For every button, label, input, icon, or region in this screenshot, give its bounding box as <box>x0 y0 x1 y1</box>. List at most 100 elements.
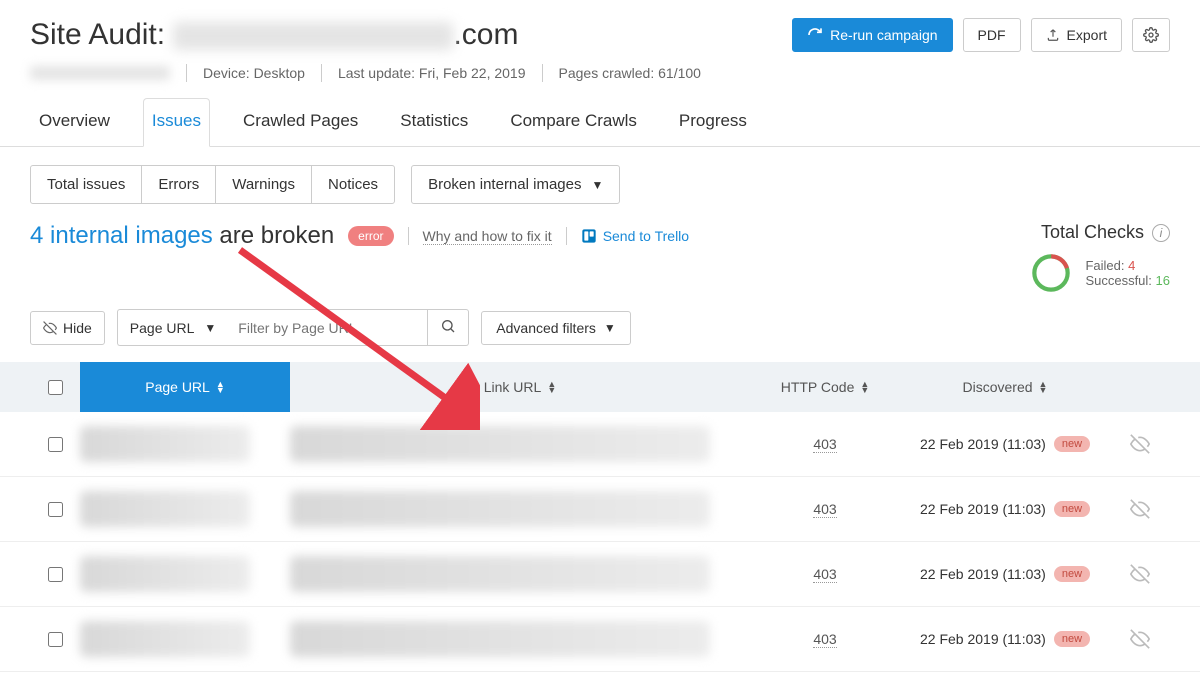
new-badge: new <box>1054 436 1090 452</box>
page-url-blurred <box>80 556 250 592</box>
eye-slash-icon <box>43 321 57 335</box>
th-page-url[interactable]: Page URL ▲▼ <box>80 362 290 412</box>
th-actions <box>1110 362 1170 412</box>
row-checkbox[interactable] <box>48 502 63 517</box>
pdf-button[interactable]: PDF <box>963 18 1021 52</box>
total-checks-title: Total Checks i <box>1041 222 1170 243</box>
title-prefix: Site Audit: <box>30 18 173 51</box>
tab-issues[interactable]: Issues <box>143 98 210 147</box>
row-checkbox[interactable] <box>48 632 63 647</box>
send-to-trello-link[interactable]: Send to Trello <box>581 228 689 244</box>
table-row: 403 22 Feb 2019 (11:03)new <box>0 542 1200 607</box>
http-code: 403 <box>813 501 836 518</box>
trello-label: Send to Trello <box>603 228 689 244</box>
device-label: Device: Desktop <box>203 65 305 81</box>
successful-stat: Successful: 16 <box>1085 273 1170 288</box>
failed-stat: Failed: 4 <box>1085 258 1170 273</box>
rerun-label: Re-run campaign <box>830 27 937 43</box>
th-link-url-label: Link URL <box>484 379 542 395</box>
chevron-down-icon: ▼ <box>604 321 616 335</box>
table-row: 403 22 Feb 2019 (11:03) new <box>0 412 1200 477</box>
sort-icon: ▲▼ <box>860 381 869 393</box>
link-url-blurred <box>290 556 710 592</box>
tab-overview[interactable]: Overview <box>30 98 119 146</box>
issue-level-segmented: Total issues Errors Warnings Notices <box>30 165 395 204</box>
sort-icon: ▲▼ <box>547 381 556 393</box>
row-checkbox[interactable] <box>48 437 63 452</box>
http-code: 403 <box>813 631 836 648</box>
issue-count-link[interactable]: 4 internal images <box>30 222 213 249</box>
total-checks-label: Total Checks <box>1041 222 1144 243</box>
tabs-nav: Overview Issues Crawled Pages Statistics… <box>0 98 1200 147</box>
eye-slash-icon[interactable] <box>1130 499 1150 519</box>
tab-crawled-pages[interactable]: Crawled Pages <box>234 98 367 146</box>
link-url-blurred <box>290 426 710 462</box>
chevron-down-icon: ▼ <box>591 178 603 192</box>
issues-table: Page URL ▲▼ Link URL ▲▼ HTTP Code ▲▼ Dis… <box>0 362 1200 672</box>
hide-button[interactable]: Hide <box>30 311 105 345</box>
pdf-label: PDF <box>978 27 1006 43</box>
page-title: Site Audit: .com <box>30 18 518 52</box>
subdomain-blurred <box>30 66 170 80</box>
page-url-blurred <box>80 621 250 657</box>
eye-slash-icon[interactable] <box>1130 434 1150 454</box>
discovered-date: 22 Feb 2019 (11:03) <box>920 436 1046 452</box>
why-fix-link[interactable]: Why and how to fix it <box>423 228 552 245</box>
sort-icon: ▲▼ <box>1039 381 1048 393</box>
th-checkbox <box>30 362 80 412</box>
table-row: 403 22 Feb 2019 (11:03) new <box>0 477 1200 542</box>
sort-icon: ▲▼ <box>216 381 225 393</box>
issue-summary-rest: are broken <box>213 222 334 249</box>
chevron-down-icon: ▼ <box>204 321 216 335</box>
issue-type-dropdown[interactable]: Broken internal images ▼ <box>411 165 620 204</box>
settings-button[interactable] <box>1132 18 1170 52</box>
seg-warnings[interactable]: Warnings <box>216 166 312 203</box>
export-button[interactable]: Export <box>1031 18 1122 52</box>
search-icon <box>440 318 456 334</box>
filter-input[interactable] <box>228 309 428 346</box>
th-discovered[interactable]: Discovered ▲▼ <box>900 362 1110 412</box>
trello-icon <box>581 228 597 244</box>
th-link-url[interactable]: Link URL ▲▼ <box>290 362 750 412</box>
filter-field-dropdown[interactable]: Page URL ▼ <box>117 309 228 346</box>
new-badge: new <box>1054 631 1090 647</box>
issue-type-label: Broken internal images <box>428 176 581 193</box>
th-http-code[interactable]: HTTP Code ▲▼ <box>750 362 900 412</box>
discovered-date: 22 Feb 2019 (11:03) <box>920 566 1046 582</box>
discovered-date: 22 Feb 2019 (11:03) <box>920 631 1046 647</box>
hide-label: Hide <box>63 320 92 336</box>
tab-statistics[interactable]: Statistics <box>391 98 477 146</box>
tab-progress[interactable]: Progress <box>670 98 756 146</box>
http-code: 403 <box>813 436 836 453</box>
new-badge: new <box>1054 501 1090 517</box>
advanced-filters-dropdown[interactable]: Advanced filters ▼ <box>481 311 631 345</box>
seg-total-issues[interactable]: Total issues <box>31 166 142 203</box>
domain-blurred <box>173 22 453 50</box>
title-suffix: .com <box>453 18 518 51</box>
eye-slash-icon[interactable] <box>1130 564 1150 584</box>
seg-notices[interactable]: Notices <box>312 166 394 203</box>
checks-donut-chart <box>1029 251 1073 295</box>
discovered-date: 22 Feb 2019 (11:03) <box>920 501 1046 517</box>
link-url-blurred <box>290 621 710 657</box>
rerun-campaign-button[interactable]: Re-run campaign <box>792 18 952 52</box>
table-row: 403 22 Feb 2019 (11:03) new <box>0 607 1200 672</box>
meta-row: Device: Desktop Last update: Fri, Feb 22… <box>30 64 1170 82</box>
link-url-blurred <box>290 491 710 527</box>
pages-crawled-label: Pages crawled: 61/100 <box>559 65 701 81</box>
search-button[interactable] <box>428 309 469 346</box>
issue-summary: 4 internal images are broken error Why a… <box>30 222 689 250</box>
info-icon[interactable]: i <box>1152 224 1170 242</box>
export-icon <box>1046 28 1060 42</box>
error-badge: error <box>348 226 393 246</box>
select-all-checkbox[interactable] <box>48 380 63 395</box>
eye-slash-icon[interactable] <box>1130 629 1150 649</box>
tab-compare-crawls[interactable]: Compare Crawls <box>501 98 646 146</box>
page-url-blurred <box>80 426 250 462</box>
filter-field-label: Page URL <box>130 320 195 336</box>
http-code: 403 <box>813 566 836 583</box>
refresh-icon <box>807 27 823 43</box>
row-checkbox[interactable] <box>48 567 63 582</box>
seg-errors[interactable]: Errors <box>142 166 216 203</box>
export-label: Export <box>1067 27 1107 43</box>
